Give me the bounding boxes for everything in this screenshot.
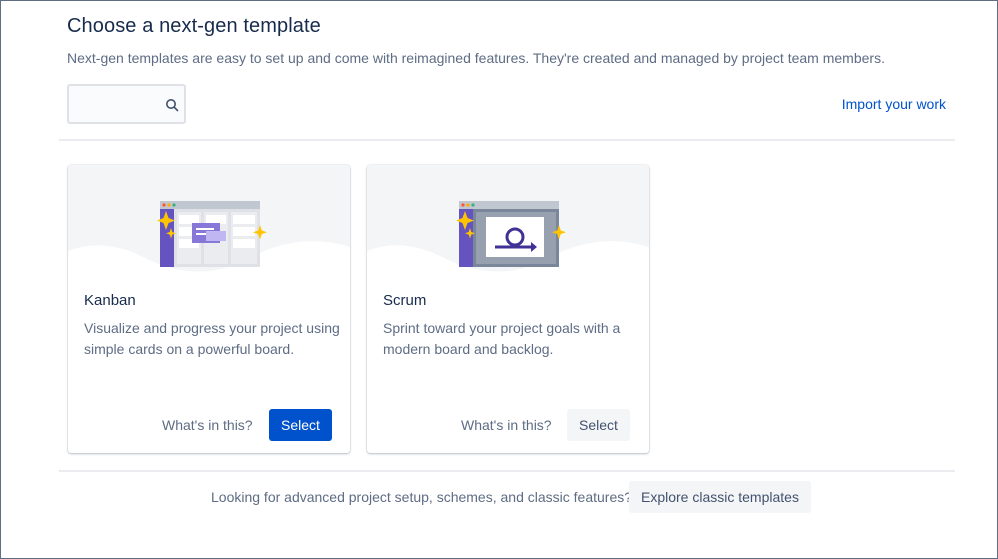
whats-in-this-button[interactable]: What's in this? [461, 417, 552, 433]
classic-templates-prompt: Looking for advanced project setup, sche… [211, 489, 633, 505]
whats-in-this-button[interactable]: What's in this? [162, 417, 253, 433]
template-chooser: Choose a next-gen template Next-gen temp… [0, 0, 998, 559]
search-icon[interactable] [164, 97, 180, 113]
template-card-kanban[interactable]: Kanban Visualize and progress your proje… [68, 165, 350, 453]
divider [59, 139, 955, 141]
template-description: Sprint toward your project goals with a … [383, 320, 621, 357]
scrum-illustration [367, 165, 649, 272]
select-scrum-button[interactable]: Select [567, 409, 630, 441]
template-card-scrum[interactable]: Scrum Sprint toward your project goals w… [367, 165, 649, 453]
page-subtitle: Next-gen templates are easy to set up an… [67, 50, 885, 66]
template-description: Visualize and progress your project usin… [84, 320, 340, 357]
import-your-work-link[interactable]: Import your work [842, 96, 946, 112]
page-title: Choose a next-gen template [67, 15, 321, 37]
template-title: Kanban [84, 292, 136, 309]
search-box[interactable] [67, 84, 186, 124]
select-kanban-button[interactable]: Select [269, 409, 332, 441]
search-input[interactable] [75, 94, 161, 116]
divider [59, 470, 955, 472]
template-title: Scrum [383, 292, 427, 309]
explore-classic-templates-button[interactable]: Explore classic templates [629, 481, 811, 513]
kanban-illustration [68, 165, 350, 272]
